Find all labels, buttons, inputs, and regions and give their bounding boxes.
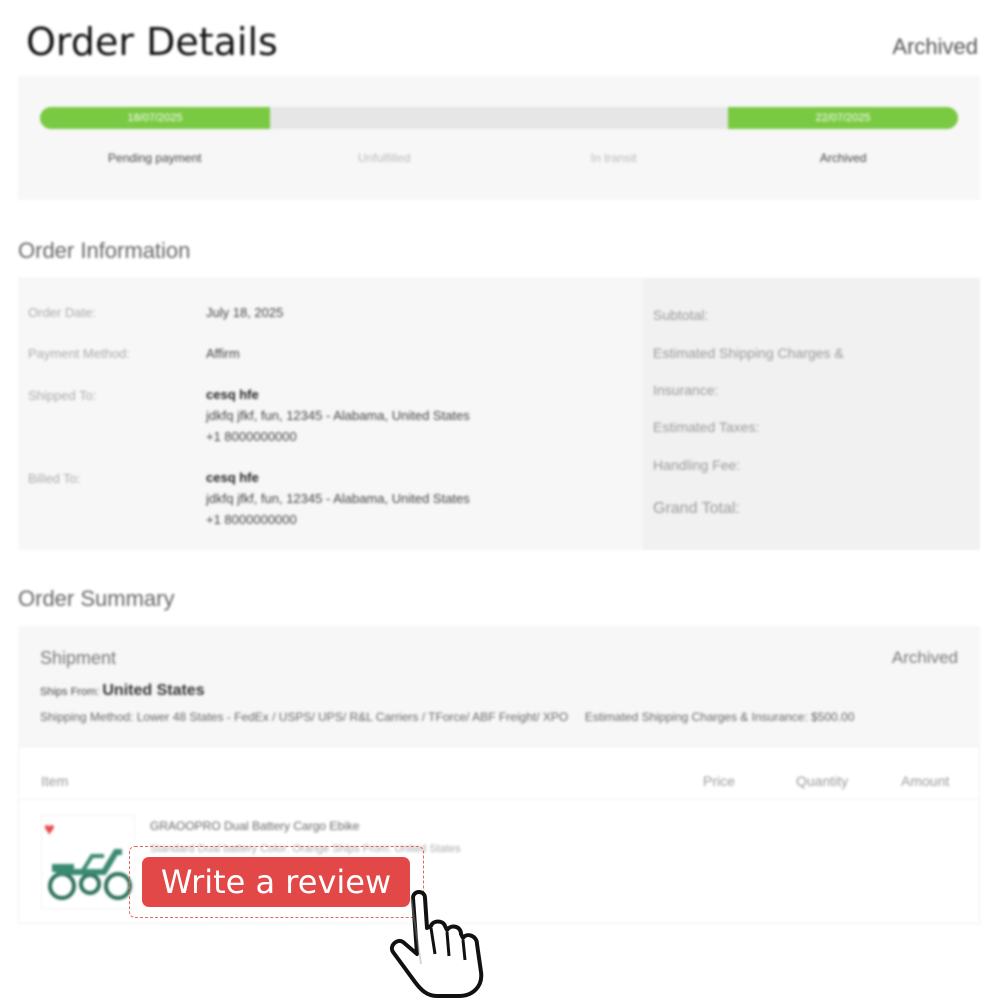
step-pending-payment: Pending payment <box>108 151 202 165</box>
step-archived: Archived <box>819 151 867 165</box>
billed-to-label: Billed To: <box>28 471 81 486</box>
progress-card: 18/07/2025 22/07/2025 Pending payment Un… <box>18 76 980 200</box>
column-price: Price <box>703 773 735 789</box>
order-details-panel: Order Date: July 18, 2025 Payment Method… <box>18 279 643 550</box>
progress-steps: Pending payment Unfulfilled In transit A… <box>40 151 958 165</box>
estimated-taxes-label: Estimated Taxes: <box>653 419 760 435</box>
order-summary-title: Order Summary <box>18 586 175 611</box>
progress-end-segment: 22/07/2025 <box>728 107 958 129</box>
page-title: Order Details <box>26 20 278 64</box>
billed-to-phone: +1 8000000000 <box>206 512 297 527</box>
order-status: Archived <box>892 34 978 59</box>
shipping-method-text: Shipping Method: Lower 48 States - FedEx… <box>40 710 569 724</box>
column-item: Item <box>41 773 69 789</box>
progress-track: 18/07/2025 22/07/2025 <box>40 107 958 129</box>
pointer-hand-icon <box>390 890 484 998</box>
ships-from-label: Ships From: <box>40 686 100 698</box>
payment-method-label: Payment Method: <box>28 346 130 361</box>
shipping-method: Shipping Method: Lower 48 States - FedEx… <box>40 710 854 724</box>
shipped-to-label: Shipped To: <box>28 388 97 403</box>
shipped-to-street: jdkfq jfkf, fun, 12345 - Alabama, United… <box>206 408 470 423</box>
shipped-to-name: cesq hfe <box>206 387 259 402</box>
step-unfulfilled: Unfulfilled <box>357 151 411 165</box>
shipping-charges-text: Estimated Shipping Charges & Insurance: … <box>584 710 855 724</box>
product-image[interactable]: ♥ <box>41 815 135 909</box>
order-information-card: Order Date: July 18, 2025 Payment Method… <box>18 278 980 550</box>
product-name[interactable]: GRAOOPRO Dual Battery Cargo Ebike <box>150 819 359 833</box>
billed-to-address: cesq hfe jdkfq jfkf, fun, 12345 - Alabam… <box>206 467 470 530</box>
shipping-insurance-label: Insurance: <box>653 382 719 398</box>
order-date-value: July 18, 2025 <box>206 305 284 320</box>
shipping-charges-label: Estimated Shipping Charges & <box>653 345 844 361</box>
totals-panel: Subtotal: Estimated Shipping Charges & I… <box>643 279 980 550</box>
grand-total-label: Grand Total: <box>653 500 740 517</box>
billed-to-name: cesq hfe <box>206 470 259 485</box>
write-review-button[interactable]: Write a review <box>142 857 410 907</box>
billed-to-street: jdkfq jfkf, fun, 12345 - Alabama, United… <box>206 491 470 506</box>
ebike-icon <box>48 849 132 900</box>
handling-fee-label: Handling Fee: <box>653 457 741 473</box>
shipped-to-phone: +1 8000000000 <box>206 429 297 444</box>
shipped-to-address: cesq hfe jdkfq jfkf, fun, 12345 - Alabam… <box>206 384 470 447</box>
table-divider <box>19 799 979 800</box>
shipment-heading: Shipment <box>40 648 117 668</box>
ships-from: Ships From: United States <box>40 682 205 700</box>
payment-method-value: Affirm <box>206 346 240 361</box>
shipment-status: Archived <box>891 648 958 667</box>
order-date-label: Order Date: <box>28 305 96 320</box>
column-quantity: Quantity <box>796 773 849 789</box>
ships-from-value: United States <box>102 682 205 699</box>
subtotal-label: Subtotal: <box>653 307 709 323</box>
progress-start-segment: 18/07/2025 <box>40 107 270 129</box>
step-in-transit: In transit <box>590 151 637 165</box>
column-amount: Amount <box>901 773 950 789</box>
heart-icon[interactable]: ♥ <box>44 819 55 840</box>
order-information-title: Order Information <box>18 238 191 263</box>
